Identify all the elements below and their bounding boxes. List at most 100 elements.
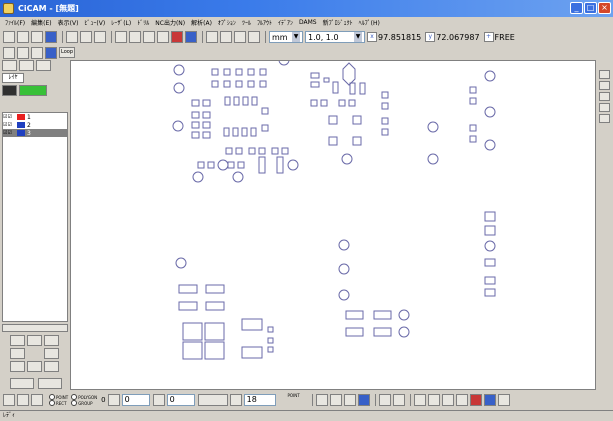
layer-color-swatch[interactable] bbox=[17, 114, 25, 120]
list-view-icon[interactable] bbox=[27, 361, 42, 372]
pen-icon[interactable] bbox=[38, 378, 62, 389]
menu-item[interactable]: ﾍﾙﾌﾟ(H) bbox=[356, 18, 383, 27]
zoom-icon[interactable] bbox=[19, 60, 34, 71]
mode-radio[interactable]: RECT bbox=[49, 400, 68, 406]
step-back-icon[interactable] bbox=[17, 394, 29, 406]
layer-row[interactable]: ☑☑ 1 bbox=[3, 113, 67, 121]
view-icon[interactable] bbox=[2, 60, 17, 71]
menu-item[interactable]: ﾌｧｲﾙ(F) bbox=[2, 18, 28, 27]
measure-icon[interactable] bbox=[157, 31, 169, 43]
snap-mode[interactable]: + FREE bbox=[483, 32, 515, 42]
zoom-in-icon[interactable] bbox=[413, 394, 426, 406]
stop-icon[interactable] bbox=[171, 31, 183, 43]
new-icon[interactable] bbox=[3, 31, 15, 43]
detail-view-icon[interactable] bbox=[44, 361, 59, 372]
open-icon[interactable] bbox=[17, 31, 29, 43]
menu-item[interactable]: ﾋﾞｭｰ(V) bbox=[81, 18, 108, 27]
pointer-icon[interactable] bbox=[3, 394, 15, 406]
menu-item[interactable]: ｲﾃﾞｱﾝ bbox=[275, 18, 296, 27]
menu-item[interactable]: ﾚｰｻﾞ(L) bbox=[108, 18, 134, 27]
menu-item[interactable]: ﾌﾙｱｳﾄ bbox=[254, 18, 275, 27]
layout-icon[interactable] bbox=[45, 31, 57, 43]
visible-check-icon[interactable]: ☑☑ bbox=[3, 122, 17, 128]
hide-icon[interactable] bbox=[10, 378, 34, 389]
layer-row[interactable]: ☑☑ 3 bbox=[3, 129, 67, 137]
select-icon[interactable] bbox=[3, 46, 15, 59]
menu-item[interactable]: 編集(E) bbox=[28, 18, 54, 27]
properties-icon[interactable] bbox=[44, 348, 59, 359]
copy-icon[interactable] bbox=[220, 31, 232, 43]
undo-icon[interactable] bbox=[378, 394, 391, 406]
size-icon[interactable] bbox=[229, 394, 242, 406]
menu-item[interactable]: ﾂｰﾙ bbox=[239, 18, 254, 27]
layer-color-swatch[interactable] bbox=[17, 130, 25, 136]
redo-icon[interactable] bbox=[392, 394, 405, 406]
angle-field[interactable]: 0 bbox=[166, 394, 195, 406]
menu-item[interactable]: 新ﾌﾟﾛｼﾞｪｸﾄ bbox=[320, 18, 356, 27]
tool-icon[interactable] bbox=[599, 81, 610, 90]
layer-select-icon[interactable] bbox=[357, 394, 370, 406]
snap-icon[interactable] bbox=[315, 394, 328, 406]
zoom-fit-icon[interactable] bbox=[441, 394, 454, 406]
fill-icon[interactable] bbox=[45, 46, 57, 59]
mode-radio[interactable]: GROUP bbox=[71, 400, 97, 406]
size-field[interactable]: 18 bbox=[243, 394, 276, 406]
visible-check-icon[interactable]: ☑☑ bbox=[3, 114, 17, 120]
cursor-icon[interactable] bbox=[329, 394, 342, 406]
unit-select[interactable]: mm ▼ bbox=[269, 31, 303, 43]
tool-icon[interactable] bbox=[599, 103, 610, 112]
mirror-icon[interactable] bbox=[94, 31, 106, 43]
rectangle-icon[interactable] bbox=[143, 31, 155, 43]
snap-icon[interactable] bbox=[234, 31, 246, 43]
pan-icon[interactable] bbox=[115, 31, 127, 43]
real-mode-icon[interactable] bbox=[248, 31, 260, 43]
drawing-canvas[interactable] bbox=[70, 60, 596, 390]
save-icon[interactable] bbox=[31, 31, 43, 43]
menu-item[interactable]: ﾄﾞﾘﾙ bbox=[134, 18, 152, 27]
settings-icon[interactable] bbox=[497, 394, 510, 406]
zoom-window-icon[interactable] bbox=[129, 31, 141, 43]
menu-item[interactable]: 表示(V) bbox=[55, 18, 82, 27]
tool-icon[interactable] bbox=[599, 70, 610, 79]
display-icon[interactable] bbox=[185, 31, 197, 43]
visible-check-icon[interactable]: ☑☑ bbox=[3, 130, 17, 136]
black-layer-icon[interactable] bbox=[2, 85, 17, 96]
move-up-icon[interactable] bbox=[10, 335, 25, 346]
zoom-all-icon[interactable] bbox=[455, 394, 468, 406]
offset-icon[interactable] bbox=[107, 394, 120, 406]
arrow-right-icon[interactable] bbox=[343, 394, 356, 406]
blank-field[interactable] bbox=[197, 394, 228, 406]
close-button[interactable]: × bbox=[598, 2, 611, 14]
minimize-button[interactable]: _ bbox=[570, 2, 583, 14]
tool-icon[interactable] bbox=[599, 114, 610, 123]
layer-color-swatch[interactable] bbox=[17, 122, 25, 128]
tool-icon[interactable] bbox=[599, 92, 610, 101]
menu-item[interactable]: DAMS bbox=[296, 19, 320, 26]
loop-button[interactable]: Loop bbox=[59, 47, 75, 58]
display-mode-icon[interactable] bbox=[483, 394, 496, 406]
step-forward-icon[interactable] bbox=[31, 394, 43, 406]
offset-field[interactable]: 0 bbox=[121, 394, 150, 406]
delete-icon[interactable] bbox=[27, 335, 42, 346]
print-icon[interactable] bbox=[31, 46, 43, 59]
menu-item[interactable]: NC出力(N) bbox=[152, 18, 188, 27]
layer-list[interactable]: ☑☑ 1 ☑☑ 2 ☑☑ 3 bbox=[2, 112, 68, 322]
selection-mode-radios[interactable]: POINT POLYGON RECT GROUP bbox=[49, 394, 97, 406]
ruler-icon[interactable] bbox=[80, 31, 92, 43]
grid-view-icon[interactable] bbox=[10, 361, 25, 372]
add-layer-icon[interactable] bbox=[10, 348, 25, 359]
scale-select[interactable]: 1.0, 1.0 ▼ bbox=[305, 31, 365, 43]
layer-view-icon[interactable] bbox=[17, 46, 29, 59]
layer-row[interactable]: ☑☑ 2 bbox=[3, 121, 67, 129]
arrow-icon[interactable] bbox=[36, 60, 51, 71]
layer-color-icon[interactable] bbox=[19, 85, 47, 96]
menu-item[interactable]: ｵﾌﾟｼｮﾝ bbox=[215, 18, 239, 27]
redraw-icon[interactable] bbox=[469, 394, 482, 406]
grid-icon[interactable] bbox=[66, 31, 78, 43]
maximize-button[interactable]: □ bbox=[584, 2, 597, 14]
menu-item[interactable]: 解析(A) bbox=[188, 18, 215, 27]
move-icon[interactable] bbox=[206, 31, 218, 43]
merge-icon[interactable] bbox=[44, 335, 59, 346]
zoom-out-icon[interactable] bbox=[427, 394, 440, 406]
layer-scrollbar[interactable] bbox=[2, 324, 68, 332]
